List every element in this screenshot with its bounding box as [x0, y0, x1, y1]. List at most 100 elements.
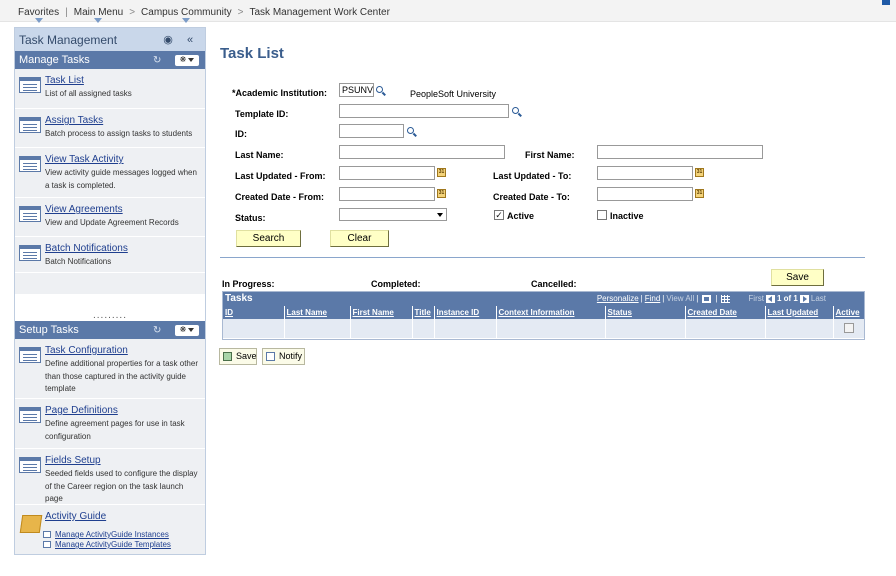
- nav-description: List of all assigned tasks: [45, 89, 132, 98]
- page-icon: [19, 117, 41, 133]
- created-date-from-input[interactable]: [339, 187, 435, 201]
- sublink-label[interactable]: Manage ActivityGuide Instances: [55, 530, 169, 539]
- nav-link[interactable]: Task Configuration: [45, 345, 201, 357]
- first-name-input[interactable]: [597, 145, 763, 159]
- previous-page-icon[interactable]: [765, 294, 775, 303]
- search-button[interactable]: Search: [236, 230, 301, 247]
- breadcrumb-campus-community[interactable]: Campus Community: [141, 7, 232, 23]
- lookup-icon[interactable]: [512, 107, 522, 117]
- sublink-manage-instances[interactable]: Manage ActivityGuide Instances: [43, 530, 205, 539]
- sublink-label[interactable]: Manage ActivityGuide Templates: [55, 540, 171, 549]
- nav-description: Define additional properties for a task …: [45, 359, 198, 393]
- pagelet-options-button[interactable]: ❋: [175, 324, 199, 336]
- table-row: [223, 319, 864, 338]
- nav-item-activity-guide[interactable]: Activity Guide: [15, 505, 205, 529]
- nav-item-task-configuration[interactable]: Task Configuration Define additional prop…: [15, 339, 205, 399]
- nav-item-fields-setup[interactable]: Fields Setup Seeded fields used to config…: [15, 449, 205, 505]
- column-header[interactable]: First Name: [350, 306, 413, 319]
- breadcrumb-main-menu[interactable]: Main Menu: [74, 7, 123, 23]
- breadcrumb: Favorites | Main Menu > Campus Community…: [18, 7, 390, 23]
- page-icon: [19, 245, 41, 261]
- nav-item-view-agreements[interactable]: View Agreements View and Update Agreement…: [15, 198, 205, 237]
- refresh-icon[interactable]: ↻: [153, 55, 163, 66]
- nav-link[interactable]: Assign Tasks: [45, 115, 192, 127]
- created-date-to-input[interactable]: [597, 187, 693, 201]
- nav-link[interactable]: Activity Guide: [45, 511, 106, 523]
- nav-description: Define agreement pages for use in task c…: [45, 419, 185, 441]
- corner-marker: [882, 0, 890, 5]
- template-id-label: Template ID:: [235, 109, 289, 119]
- nav-link[interactable]: View Task Activity: [45, 154, 201, 166]
- chevron-down-icon: [188, 58, 195, 62]
- tasks-table: ID Last Name First Name Title Instance I…: [223, 306, 864, 338]
- divider: [220, 257, 865, 258]
- page-title: Task List: [220, 45, 284, 62]
- chevron-right-icon: >: [237, 7, 244, 18]
- id-input[interactable]: [339, 124, 404, 138]
- nav-link[interactable]: Task List: [45, 75, 132, 87]
- last-updated-from-input[interactable]: [339, 166, 435, 180]
- chevron-right-icon: >: [129, 7, 136, 18]
- spreadsheet-icon[interactable]: [721, 294, 731, 303]
- academic-institution-input[interactable]: PSUNV: [339, 83, 374, 97]
- nav-item-task-list[interactable]: Task List List of all assigned tasks: [15, 69, 205, 109]
- view-all-link[interactable]: View All: [666, 294, 694, 303]
- active-checkbox[interactable]: ✓: [494, 210, 504, 220]
- active-row-checkbox[interactable]: [843, 323, 854, 333]
- save-button-bottom[interactable]: Save: [219, 348, 257, 365]
- template-id-input[interactable]: [339, 104, 509, 118]
- column-header[interactable]: Created Date: [685, 306, 766, 319]
- gear-icon[interactable]: ◉: [161, 33, 175, 46]
- last-name-input[interactable]: [339, 145, 505, 159]
- sublink-manage-templates[interactable]: Manage ActivityGuide Templates: [43, 540, 205, 549]
- refresh-icon[interactable]: ↻: [153, 325, 163, 336]
- nav-link[interactable]: Batch Notifications: [45, 243, 128, 255]
- setup-tasks-header: Setup Tasks ↻ ❋: [15, 321, 205, 339]
- calendar-icon[interactable]: 31: [437, 168, 446, 177]
- find-link[interactable]: Find: [645, 294, 661, 303]
- calendar-icon[interactable]: 31: [695, 189, 704, 198]
- last-updated-to-input[interactable]: [597, 166, 693, 180]
- nav-link[interactable]: Page Definitions: [45, 405, 201, 417]
- nav-link[interactable]: Fields Setup: [45, 455, 201, 467]
- last-updated-from-label: Last Updated - From:: [235, 171, 326, 181]
- breadcrumb-label: Campus Community: [141, 7, 232, 18]
- column-header[interactable]: Title: [412, 306, 435, 319]
- cancelled-label: Cancelled:: [531, 279, 577, 289]
- nav-item-view-task-activity[interactable]: View Task Activity View activity guide me…: [15, 148, 205, 198]
- collapse-icon[interactable]: «: [183, 34, 197, 46]
- column-header[interactable]: ID: [223, 306, 285, 319]
- lookup-icon[interactable]: [376, 86, 386, 96]
- next-page-icon[interactable]: [799, 294, 809, 303]
- breadcrumb-favorites[interactable]: Favorites: [18, 7, 59, 23]
- active-label: Active: [507, 211, 535, 221]
- column-header[interactable]: Last Name: [284, 306, 351, 319]
- pagelet-title: Setup Tasks: [19, 324, 79, 336]
- nav-link[interactable]: View Agreements: [45, 204, 179, 216]
- calendar-icon[interactable]: 31: [695, 168, 704, 177]
- resize-handle[interactable]: .........: [15, 310, 205, 321]
- nav-item-assign-tasks[interactable]: Assign Tasks Batch process to assign task…: [15, 109, 205, 148]
- status-select[interactable]: [339, 208, 447, 221]
- lookup-icon[interactable]: [407, 127, 417, 137]
- nav-item-page-definitions[interactable]: Page Definitions Define agreement pages f…: [15, 399, 205, 449]
- clear-button[interactable]: Clear: [330, 230, 389, 247]
- inactive-checkbox[interactable]: [597, 210, 607, 220]
- column-header[interactable]: Context Information: [496, 306, 606, 319]
- table-cell: [350, 319, 413, 338]
- column-header[interactable]: Active: [833, 306, 864, 319]
- academic-institution-label: *Academic Institution:: [232, 88, 328, 98]
- column-header[interactable]: Instance ID: [434, 306, 497, 319]
- calendar-icon[interactable]: 31: [437, 189, 446, 198]
- save-button-top[interactable]: Save: [771, 269, 824, 286]
- column-header[interactable]: Status: [605, 306, 686, 319]
- column-header[interactable]: Last Updated: [765, 306, 834, 319]
- nav-item-batch-notifications[interactable]: Batch Notifications Batch Notifications: [15, 237, 205, 273]
- download-icon[interactable]: [702, 294, 712, 303]
- last-updated-to-label: Last Updated - To:: [493, 171, 572, 181]
- personalize-link[interactable]: Personalize: [597, 294, 639, 303]
- pagelet-options-button[interactable]: ❋: [175, 54, 199, 66]
- institution-description: PeopleSoft University: [410, 89, 497, 99]
- notify-button[interactable]: Notify: [262, 348, 305, 365]
- manage-tasks-list: Task List List of all assigned tasks Assi…: [15, 69, 205, 294]
